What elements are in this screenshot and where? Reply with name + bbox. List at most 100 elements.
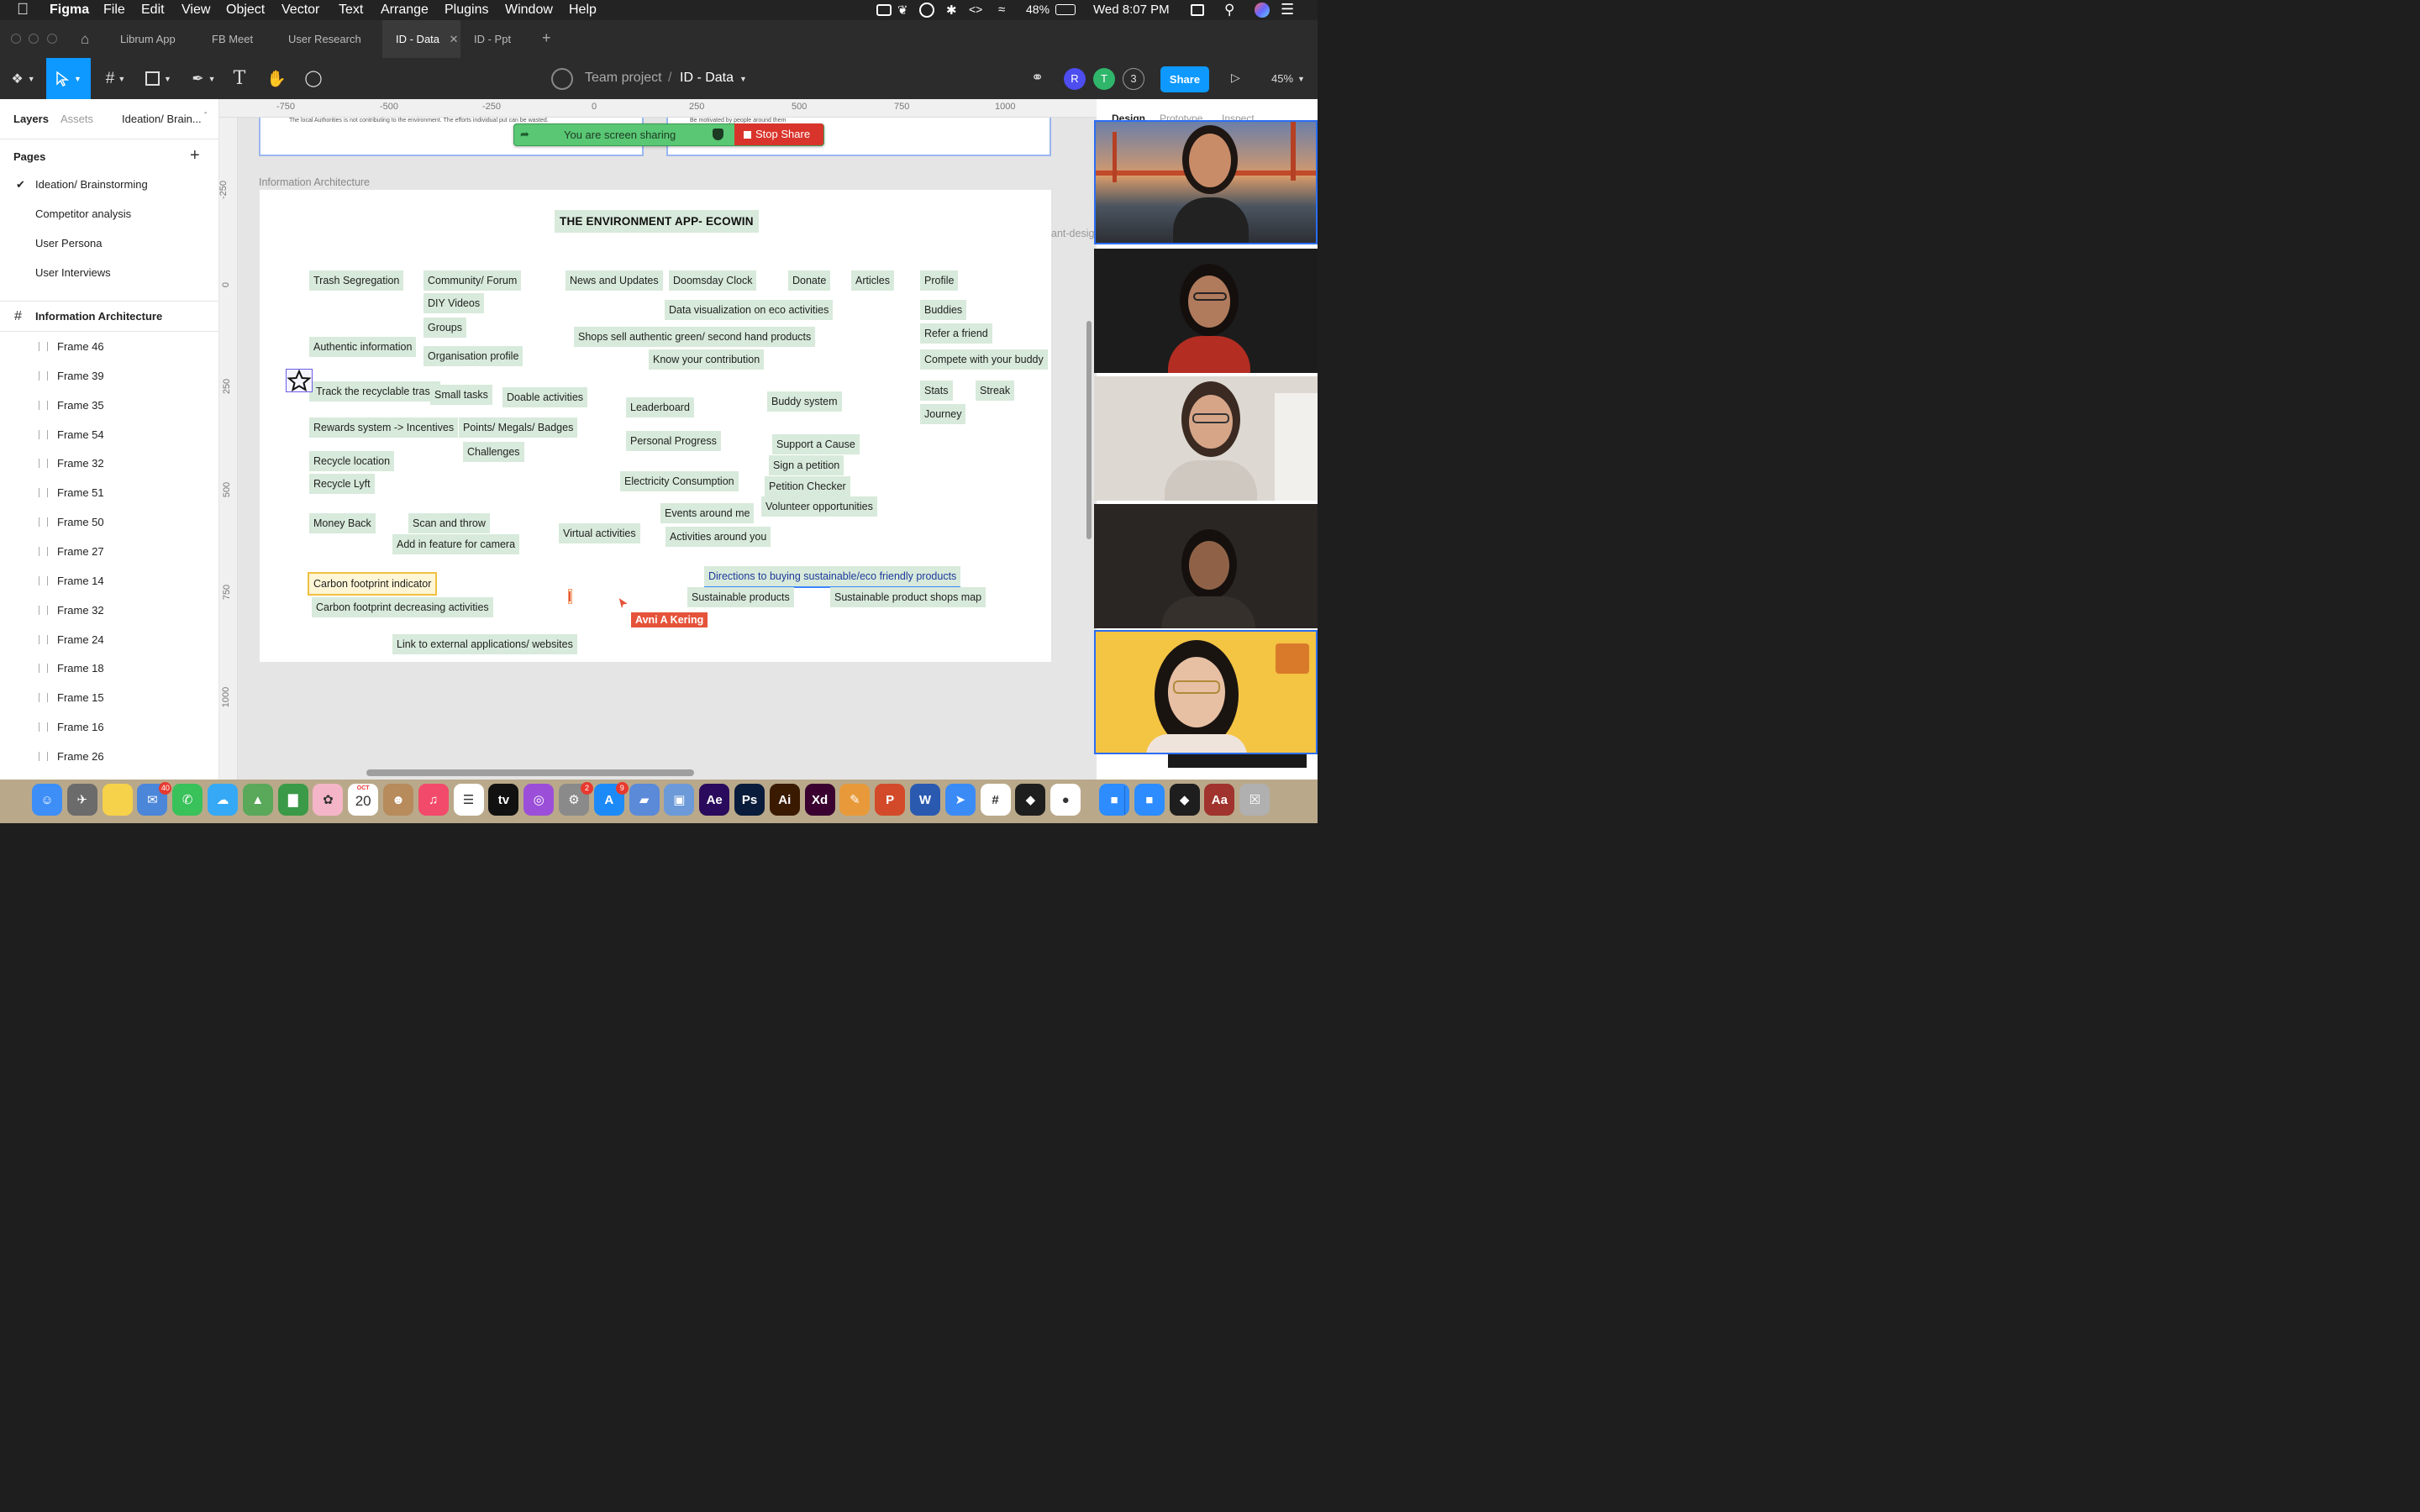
layer-item-frame[interactable]: Frame 39 bbox=[0, 361, 218, 391]
dock-app-messages-icon[interactable]: ☁ bbox=[208, 784, 238, 816]
dock-app-ps-icon[interactable]: Ps bbox=[734, 784, 765, 816]
ia-chip[interactable]: DIY Videos bbox=[424, 293, 485, 313]
ia-chip[interactable]: Streak bbox=[976, 381, 1015, 401]
dock-app-facetime-icon[interactable]: ✆ bbox=[172, 784, 203, 816]
tab-assets[interactable]: Assets bbox=[60, 113, 93, 125]
window-maximize-button[interactable] bbox=[47, 34, 57, 44]
layer-item-frame[interactable]: Frame 14 bbox=[0, 566, 218, 596]
frame-tool-button[interactable]: # ▼ bbox=[97, 58, 134, 99]
tab-layers[interactable]: Layers bbox=[13, 113, 49, 125]
dock-app-reminders-icon[interactable]: ☰ bbox=[453, 784, 484, 816]
horizontal-scrollbar[interactable] bbox=[366, 769, 694, 776]
apple-icon[interactable]:  bbox=[17, 1, 29, 19]
home-icon[interactable]: ⌂ bbox=[81, 31, 89, 48]
video-tile-participant-2[interactable] bbox=[1094, 249, 1318, 373]
dock-app-w-icon[interactable]: W bbox=[910, 784, 940, 816]
ia-chip[interactable]: Donate bbox=[788, 270, 831, 291]
menu-window[interactable]: Window bbox=[505, 3, 553, 18]
collaborator-avatar-t[interactable]: T bbox=[1093, 68, 1115, 90]
file-name[interactable]: ID - Data bbox=[680, 71, 734, 86]
menu-plugins[interactable]: Plugins bbox=[445, 3, 488, 18]
dock-app-tv-icon[interactable]: tv bbox=[488, 784, 519, 816]
control-center-icon[interactable]: ☰ bbox=[1281, 1, 1294, 18]
menu-app-name[interactable]: Figma bbox=[50, 3, 89, 18]
ia-chip[interactable]: Carbon footprint indicator bbox=[307, 572, 438, 596]
menu-arrange[interactable]: Arrange bbox=[381, 3, 429, 18]
page-selector[interactable]: Ideation/ Brain... bbox=[122, 113, 202, 125]
ia-chip[interactable]: Journey bbox=[920, 404, 966, 424]
zoom-level[interactable]: 45% bbox=[1271, 72, 1293, 85]
ia-chip[interactable]: Data visualization on eco activities bbox=[665, 300, 834, 320]
ia-chip[interactable]: Virtual activities bbox=[559, 523, 640, 543]
ia-chip[interactable]: Challenges bbox=[463, 442, 524, 462]
camera-status-icon[interactable] bbox=[876, 4, 892, 16]
present-play-icon[interactable]: ▷ bbox=[1231, 71, 1240, 85]
siri-icon[interactable] bbox=[1255, 3, 1270, 18]
ia-chip[interactable]: Events around me bbox=[660, 503, 755, 523]
dock-app-numbers-icon[interactable]: ▇ bbox=[277, 784, 308, 816]
frame-name-label[interactable]: Information Architecture bbox=[259, 176, 370, 188]
ia-chip[interactable]: Stats bbox=[920, 381, 953, 401]
team-avatar-icon[interactable] bbox=[551, 68, 573, 90]
code-icon[interactable]: <> bbox=[969, 3, 982, 16]
star-selection-box[interactable] bbox=[286, 369, 313, 392]
ia-chip[interactable]: Support a Cause bbox=[772, 434, 860, 454]
ia-chip[interactable]: Personal Progress bbox=[626, 431, 721, 451]
video-tile-participant-3[interactable] bbox=[1094, 376, 1318, 501]
window-minimize-button[interactable] bbox=[29, 34, 39, 44]
menu-edit[interactable]: Edit bbox=[141, 3, 165, 18]
ia-chip[interactable]: Community/ Forum bbox=[424, 270, 522, 291]
dock-app-figma-icon[interactable]: ◆ bbox=[1169, 784, 1200, 816]
dock-app-calendar-icon[interactable]: OCT 20 bbox=[348, 784, 379, 816]
dock-app-pages-icon[interactable]: ✎ bbox=[839, 784, 871, 816]
text-tool-button[interactable]: T bbox=[227, 58, 252, 99]
ia-chip[interactable]: Scan and throw bbox=[408, 513, 490, 533]
video-tile-participant-5[interactable] bbox=[1094, 630, 1318, 754]
share-button[interactable]: Share bbox=[1160, 66, 1209, 92]
dock-app-ai-icon[interactable]: Ai bbox=[769, 784, 800, 816]
dock-app-keynote-icon[interactable]: ▰ bbox=[629, 784, 660, 816]
ia-chip[interactable]: Doomsday Clock bbox=[669, 270, 757, 291]
layer-item-frame[interactable]: Frame 15 bbox=[0, 683, 218, 712]
chevron-down-icon[interactable]: ▼ bbox=[1297, 75, 1305, 83]
ia-chip[interactable]: Doable activities bbox=[502, 387, 588, 407]
layer-item-frame[interactable]: Frame 35 bbox=[0, 391, 218, 420]
dock-app-preview-icon[interactable]: ▣ bbox=[664, 784, 695, 816]
video-tile-participant-1[interactable] bbox=[1094, 120, 1318, 244]
creative-cloud-icon[interactable] bbox=[919, 3, 934, 18]
dock-app-notes-icon[interactable] bbox=[102, 784, 133, 816]
layer-item-frame[interactable]: Frame 50 bbox=[0, 507, 218, 537]
layer-item-frame[interactable]: Frame 46 bbox=[0, 332, 218, 361]
screen-share-menubar-icon[interactable] bbox=[1191, 4, 1204, 16]
ia-chip[interactable]: Small tasks bbox=[430, 385, 492, 405]
app-title-chip[interactable]: THE ENVIRONMENT APP- ECOWIN bbox=[555, 210, 759, 233]
page-item-competitor[interactable]: Competitor analysis bbox=[0, 199, 218, 228]
wifi-icon[interactable]: ≈ bbox=[998, 3, 1005, 17]
spotlight-search-icon[interactable]: ⚲ bbox=[1224, 2, 1234, 18]
tab-id-ppt[interactable]: ID - Ppt bbox=[460, 20, 524, 58]
menu-help[interactable]: Help bbox=[569, 3, 597, 18]
menu-object[interactable]: Object bbox=[226, 3, 265, 18]
ia-chip[interactable]: Profile bbox=[920, 270, 959, 291]
chevron-up-icon[interactable]: ˆ bbox=[204, 112, 207, 121]
feather-icon[interactable]: ❦ bbox=[897, 3, 908, 18]
design-canvas[interactable]: -750 -500 -250 0 250 500 750 1000 -250 0… bbox=[219, 99, 1097, 780]
dock-app-contacts-icon[interactable]: ☻ bbox=[383, 784, 413, 816]
headphones-icon[interactable]: ⚭ bbox=[1031, 69, 1044, 87]
pen-tool-button[interactable]: ✒ ▼ bbox=[185, 58, 223, 99]
layer-item-frame[interactable]: Frame 32 bbox=[0, 449, 218, 478]
ia-chip[interactable]: Add in feature for camera bbox=[392, 534, 520, 554]
dock-app-trash-icon[interactable]: ☒ bbox=[1239, 784, 1270, 816]
ia-chip[interactable]: Track the recyclable trash bbox=[309, 381, 440, 402]
dock-app-dictionary-icon[interactable]: Aa bbox=[1204, 784, 1235, 816]
layer-item-frame[interactable]: Frame 16 bbox=[0, 712, 218, 742]
ia-chip[interactable]: Sustainable product shops map bbox=[830, 587, 986, 607]
move-tool-button[interactable]: ▼ bbox=[46, 58, 91, 99]
ia-chip[interactable]: Organisation profile bbox=[424, 346, 523, 366]
ia-chip[interactable]: Buddies bbox=[920, 300, 967, 320]
chevron-down-icon[interactable]: ▼ bbox=[739, 75, 747, 83]
dock-app-finder-icon[interactable]: ☺ bbox=[32, 784, 62, 816]
ia-chip[interactable]: Recycle Lyft bbox=[309, 474, 375, 494]
ia-chip[interactable]: Authentic information bbox=[309, 337, 417, 357]
ia-chip[interactable]: Link to external applications/ websites bbox=[392, 634, 577, 654]
